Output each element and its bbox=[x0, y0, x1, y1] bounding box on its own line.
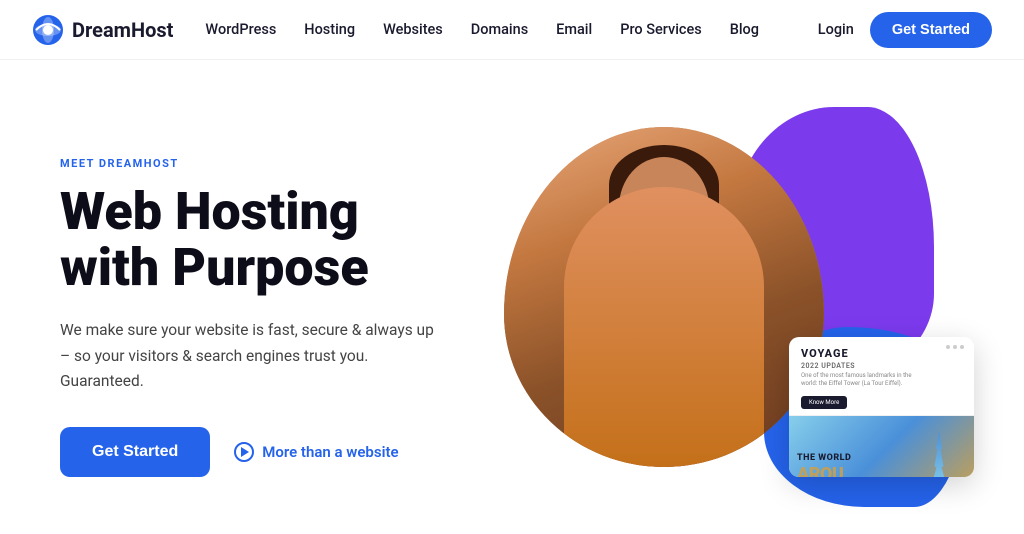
hero-left: MEET DREAMHOST Web Hosting with Purpose … bbox=[60, 157, 440, 477]
hero-title-line2: with Purpose bbox=[60, 237, 369, 298]
navbar-left: DreamHost WordPress Hosting Websites Dom… bbox=[32, 14, 759, 46]
card-overlay: VOYAGE 2022 UPDATES One of the most famo… bbox=[789, 337, 974, 477]
play-icon bbox=[234, 442, 254, 462]
nav-link-hosting[interactable]: Hosting bbox=[304, 21, 355, 38]
play-triangle bbox=[241, 447, 249, 457]
hero-title-line1: Web Hosting bbox=[60, 181, 359, 242]
nav-link-websites[interactable]: Websites bbox=[383, 21, 443, 38]
hero-description: We make sure your website is fast, secur… bbox=[60, 318, 440, 395]
hero-section: MEET DREAMHOST Web Hosting with Purpose … bbox=[0, 60, 1024, 534]
card-world-text: THE WORLD bbox=[797, 453, 851, 463]
more-link-label: More than a website bbox=[262, 443, 398, 461]
nav-link-wordpress[interactable]: WordPress bbox=[205, 21, 276, 38]
nav-link-email[interactable]: Email bbox=[556, 21, 592, 38]
card-big-text: AROU bbox=[797, 464, 843, 477]
hero-actions: Get Started More than a website bbox=[60, 427, 440, 477]
logo-text: DreamHost bbox=[72, 18, 173, 42]
navbar: DreamHost WordPress Hosting Websites Dom… bbox=[0, 0, 1024, 60]
nav-dot-3 bbox=[960, 345, 964, 349]
card-title: VOYAGE bbox=[801, 347, 962, 360]
nav-link-domains[interactable]: Domains bbox=[471, 21, 528, 38]
dreamhost-logo-icon bbox=[32, 14, 64, 46]
logo[interactable]: DreamHost bbox=[32, 14, 173, 46]
person-silhouette bbox=[504, 127, 824, 467]
card-image-area: THE WORLD AROU bbox=[789, 416, 974, 477]
get-started-button[interactable]: Get Started bbox=[60, 427, 210, 477]
hero-image-circle bbox=[504, 127, 824, 467]
more-than-website-link[interactable]: More than a website bbox=[234, 442, 398, 462]
login-link[interactable]: Login bbox=[818, 21, 854, 38]
get-started-nav-button[interactable]: Get Started bbox=[870, 12, 992, 48]
card-nav-dots bbox=[946, 345, 964, 349]
meet-label: MEET DREAMHOST bbox=[60, 157, 440, 170]
nav-link-pro-services[interactable]: Pro Services bbox=[620, 21, 702, 38]
card-desc: One of the most famous landmarks in the … bbox=[801, 372, 962, 389]
hero-right: VOYAGE 2022 UPDATES One of the most famo… bbox=[484, 107, 964, 527]
hero-title: Web Hosting with Purpose bbox=[60, 184, 440, 296]
navbar-right: Login Get Started bbox=[818, 12, 992, 48]
card-button[interactable]: Know More bbox=[801, 396, 847, 409]
nav-links: WordPress Hosting Websites Domains Email… bbox=[205, 21, 759, 38]
nav-dot-1 bbox=[946, 345, 950, 349]
nav-dot-2 bbox=[953, 345, 957, 349]
nav-link-blog[interactable]: Blog bbox=[730, 21, 759, 38]
person-body bbox=[564, 187, 764, 467]
card-subtitle: 2022 UPDATES bbox=[801, 362, 962, 370]
